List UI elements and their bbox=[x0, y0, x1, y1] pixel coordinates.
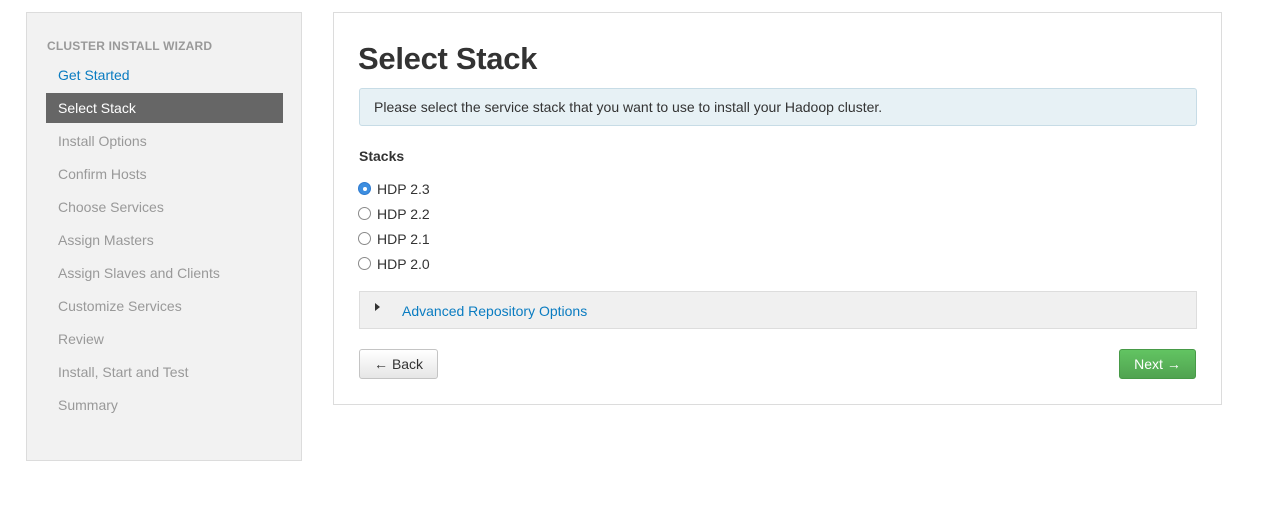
caret-right-icon[interactable] bbox=[375, 303, 380, 311]
step-confirm-hosts: Confirm Hosts bbox=[58, 166, 147, 182]
stack-radio-group: HDP 2.3 HDP 2.2 HDP 2.1 HDP 2.0 bbox=[358, 176, 430, 276]
stacks-label: Stacks bbox=[359, 148, 405, 164]
arrow-left-icon: ← bbox=[373, 356, 388, 372]
stack-option-label[interactable]: HDP 2.2 bbox=[377, 206, 430, 222]
step-customize-services: Customize Services bbox=[58, 298, 182, 314]
advanced-repo-options-link[interactable]: Advanced Repository Options bbox=[402, 303, 587, 319]
step-install-start-test: Install, Start and Test bbox=[58, 364, 189, 380]
back-button[interactable]: ← Back bbox=[359, 349, 438, 379]
step-get-started[interactable]: Get Started bbox=[46, 60, 283, 90]
stack-option-label[interactable]: HDP 2.3 bbox=[377, 181, 430, 197]
page-title: Select Stack bbox=[358, 41, 538, 76]
wizard-heading: CLUSTER INSTALL WIZARD bbox=[47, 39, 213, 53]
step-assign-masters: Assign Masters bbox=[58, 232, 154, 248]
wizard-sidebar: CLUSTER INSTALL WIZARD Get Started Selec… bbox=[26, 12, 302, 461]
next-button-label: Next bbox=[1134, 356, 1163, 372]
next-button[interactable]: Next → bbox=[1119, 349, 1196, 379]
stack-option-label[interactable]: HDP 2.1 bbox=[377, 231, 430, 247]
step-install-options: Install Options bbox=[58, 133, 147, 149]
stack-option-label[interactable]: HDP 2.0 bbox=[377, 256, 430, 272]
radio-button-checked[interactable] bbox=[358, 182, 371, 195]
select-stack-panel: Select Stack Please select the service s… bbox=[333, 12, 1222, 405]
step-select-stack[interactable]: Select Stack bbox=[46, 93, 283, 123]
stack-option-hdp-2-1[interactable]: HDP 2.1 bbox=[358, 226, 430, 251]
stack-option-hdp-2-0[interactable]: HDP 2.0 bbox=[358, 251, 430, 276]
stack-option-hdp-2-2[interactable]: HDP 2.2 bbox=[358, 201, 430, 226]
radio-button[interactable] bbox=[358, 232, 371, 245]
step-assign-slaves-clients: Assign Slaves and Clients bbox=[58, 265, 220, 281]
step-summary: Summary bbox=[58, 397, 118, 413]
radio-button[interactable] bbox=[358, 257, 371, 270]
stack-option-hdp-2-3[interactable]: HDP 2.3 bbox=[358, 176, 430, 201]
wizard-steps: Get Started Select Stack Install Options… bbox=[46, 60, 283, 423]
advanced-repo-options-toggle[interactable]: Advanced Repository Options bbox=[359, 291, 1197, 329]
info-alert: Please select the service stack that you… bbox=[359, 88, 1197, 126]
radio-button[interactable] bbox=[358, 207, 371, 220]
step-review: Review bbox=[58, 331, 104, 347]
arrow-right-icon: → bbox=[1166, 356, 1181, 372]
step-choose-services: Choose Services bbox=[58, 199, 164, 215]
back-button-label: Back bbox=[391, 356, 424, 372]
